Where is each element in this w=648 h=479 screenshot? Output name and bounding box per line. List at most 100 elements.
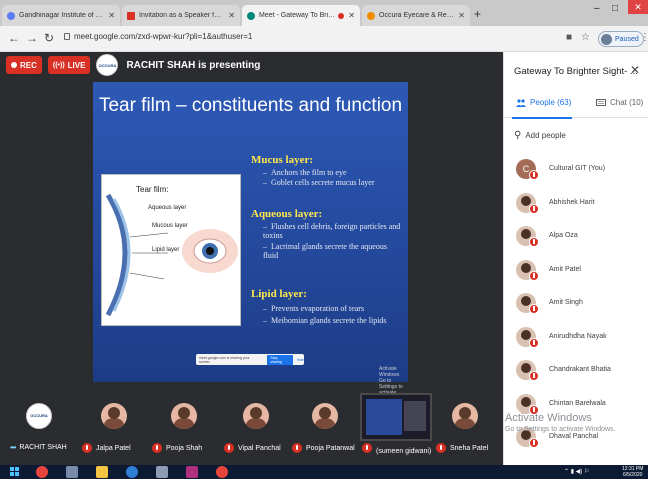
participant-strip: OCCURA ••• RACHIT SHAH Jalpa Patel Pooja …	[0, 393, 503, 465]
person-name: Alpa Oza	[549, 232, 578, 239]
participant-name: Pooja Patanwal	[292, 443, 355, 453]
chrome-icon[interactable]	[216, 466, 228, 478]
participant-tile[interactable]: Pooja Shah	[152, 401, 202, 461]
forward-arrow-icon[interactable]: →	[26, 31, 38, 45]
bullet: – Goblet cells secrete mucus layer	[263, 178, 375, 187]
mic-off-icon	[529, 203, 539, 214]
close-panel-button[interactable]: ✕	[630, 63, 640, 77]
add-people-button[interactable]: ⚲ Add people	[514, 130, 566, 141]
media-app-icon[interactable]	[186, 466, 198, 478]
tab-people[interactable]: People (63)	[511, 98, 573, 119]
bullet: – Anchors the film to eye	[263, 168, 347, 177]
screen-share-thumbnail[interactable]	[360, 393, 432, 441]
participant-tile[interactable]: OCCURA ••• RACHIT SHAH	[10, 401, 67, 461]
mic-off-icon	[292, 443, 302, 453]
list-item[interactable]: Anirudhdha Nayak	[504, 323, 648, 357]
person-name: Chintan Barelwala	[549, 399, 606, 407]
mic-off-icon	[529, 337, 539, 348]
close-icon[interactable]: ✕	[228, 11, 235, 20]
participant-tile[interactable]: Jalpa Patel	[82, 401, 132, 461]
avatar	[312, 403, 338, 429]
live-label: LIVE	[67, 60, 86, 70]
reload-icon[interactable]: ↻	[44, 31, 54, 45]
close-icon[interactable]: ✕	[348, 11, 355, 20]
tab-chat[interactable]: Chat (10)	[596, 98, 643, 107]
record-icon	[11, 62, 17, 68]
clock[interactable]: 12:31 PM 6/5/2020	[622, 466, 643, 478]
participant-tile[interactable]: Pooja Patanwal	[292, 401, 355, 461]
chrome-icon[interactable]	[36, 466, 48, 478]
person-name: Chandrakant Bhatia	[549, 366, 611, 373]
browser-tab-4[interactable]: Occura Eyecare & Research Cent ✕	[362, 5, 470, 26]
eye-diagram: Tear film: Aqueous layer Mucous layer Li…	[101, 174, 241, 326]
participant-tile[interactable]: Sneha Patel	[436, 401, 489, 461]
watermark-line: Activate Windows	[379, 366, 400, 378]
bullet-text: Lacrimal glands secrete the aqueous flui…	[263, 242, 387, 260]
presenter-logo: OCCURA	[96, 54, 119, 76]
window-close-button[interactable]: ✕	[628, 0, 648, 14]
participant-tile[interactable]: Vipal Panchal	[224, 401, 281, 461]
person-name: Cultural GIT (You)	[549, 165, 606, 172]
minimize-button[interactable]: –	[594, 3, 600, 14]
bullet-text: Goblet cells secrete mucus layer	[271, 178, 375, 187]
hide-button[interactable]: Hide	[297, 358, 304, 362]
meet-icon	[247, 11, 255, 20]
close-icon[interactable]: ✕	[458, 11, 465, 20]
tab-label: Occura Eyecare & Research Cent	[379, 12, 455, 19]
close-icon[interactable]: ✕	[108, 11, 115, 20]
tab-label: Meet - Gateway To Brighter	[259, 12, 335, 19]
person-name: Amit Patel	[549, 265, 581, 273]
browser-tab-3[interactable]: Meet - Gateway To Brighter ✕	[242, 5, 360, 26]
list-item[interactable]: Chandrakant Bhatia	[504, 356, 648, 390]
activate-windows-watermark: Activate Windows Go to Settings to activ…	[505, 412, 616, 436]
diagram-title: Tear film:	[136, 185, 169, 194]
bullet: – Prevents evaporation of tears	[263, 304, 365, 313]
section-heading: Lipid layer:	[251, 288, 307, 300]
stop-sharing-button[interactable]: Stop sharing	[267, 354, 293, 365]
new-tab-button[interactable]: +	[474, 7, 481, 21]
watermark-subtitle: Go to Settings to activate Windows.	[505, 426, 616, 433]
calculator-icon[interactable]	[156, 466, 168, 478]
people-app-icon[interactable]	[66, 466, 78, 478]
back-arrow-icon[interactable]: ←	[8, 31, 20, 45]
name-text: Sneha Patel	[450, 444, 489, 452]
person-name: Abhishek Harit	[549, 198, 595, 206]
bullet: – Lacrimal glands secrete the aqueous flu…	[263, 242, 387, 260]
profile-status: Paused	[615, 35, 639, 43]
people-icon	[516, 98, 526, 107]
avatar	[601, 33, 612, 45]
mic-off-icon	[529, 371, 539, 381]
logo-text: OCCURA	[30, 413, 48, 418]
diagram-label: Aqueous layer	[148, 205, 187, 211]
camera-icon[interactable]: ■	[566, 32, 572, 43]
tab-label: People (63)	[530, 98, 572, 107]
mic-off-icon	[152, 443, 162, 453]
browser-tab-1[interactable]: Gandhinagar Institute of Techno ✕	[2, 5, 120, 26]
system-tray[interactable]: ⌃ ▮ ◀) ⚐	[564, 468, 589, 475]
list-item[interactable]: Amit Singh	[504, 289, 648, 323]
profile-button[interactable]: Paused	[598, 31, 644, 47]
logo-text: OCCURA	[98, 62, 117, 68]
menu-icon[interactable]: ⋮	[640, 32, 648, 43]
participant-name: ••• RACHIT SHAH	[10, 443, 67, 452]
url-field[interactable]: meet.google.com/zxd-wpwr-kur?pli=1&authu…	[64, 32, 252, 41]
file-explorer-icon[interactable]	[96, 466, 108, 478]
screen: Gandhinagar Institute of Techno ✕ Invita…	[0, 0, 648, 479]
list-item[interactable]: C Cultural GIT (You)	[504, 155, 648, 189]
meeting-top-strip: REC ((•)) LIVE OCCURA RACHIT SHAH is pre…	[0, 52, 503, 78]
avatar	[171, 403, 197, 429]
windows-start-icon[interactable]	[10, 467, 20, 477]
maximize-button[interactable]: □	[612, 3, 618, 14]
star-icon[interactable]: ☆	[581, 32, 590, 43]
edge-icon[interactable]	[126, 466, 138, 478]
list-item[interactable]: Abhishek Harit	[504, 189, 648, 223]
list-item[interactable]: Alpa Oza	[504, 222, 648, 256]
bullet-text: Prevents evaporation of tears	[271, 304, 365, 313]
mic-off-icon	[529, 237, 539, 247]
url-text: meet.google.com/zxd-wpwr-kur?pli=1&authu…	[74, 32, 253, 41]
bullet: – Flushes cell debris, foreign particles …	[263, 222, 401, 240]
list-item[interactable]: Amit Patel	[504, 256, 648, 290]
mic-off-icon	[529, 270, 539, 281]
participant-name: Pooja Shah	[152, 443, 202, 453]
browser-tab-2[interactable]: Invitation as a Speaker for Webi ✕	[122, 5, 240, 26]
